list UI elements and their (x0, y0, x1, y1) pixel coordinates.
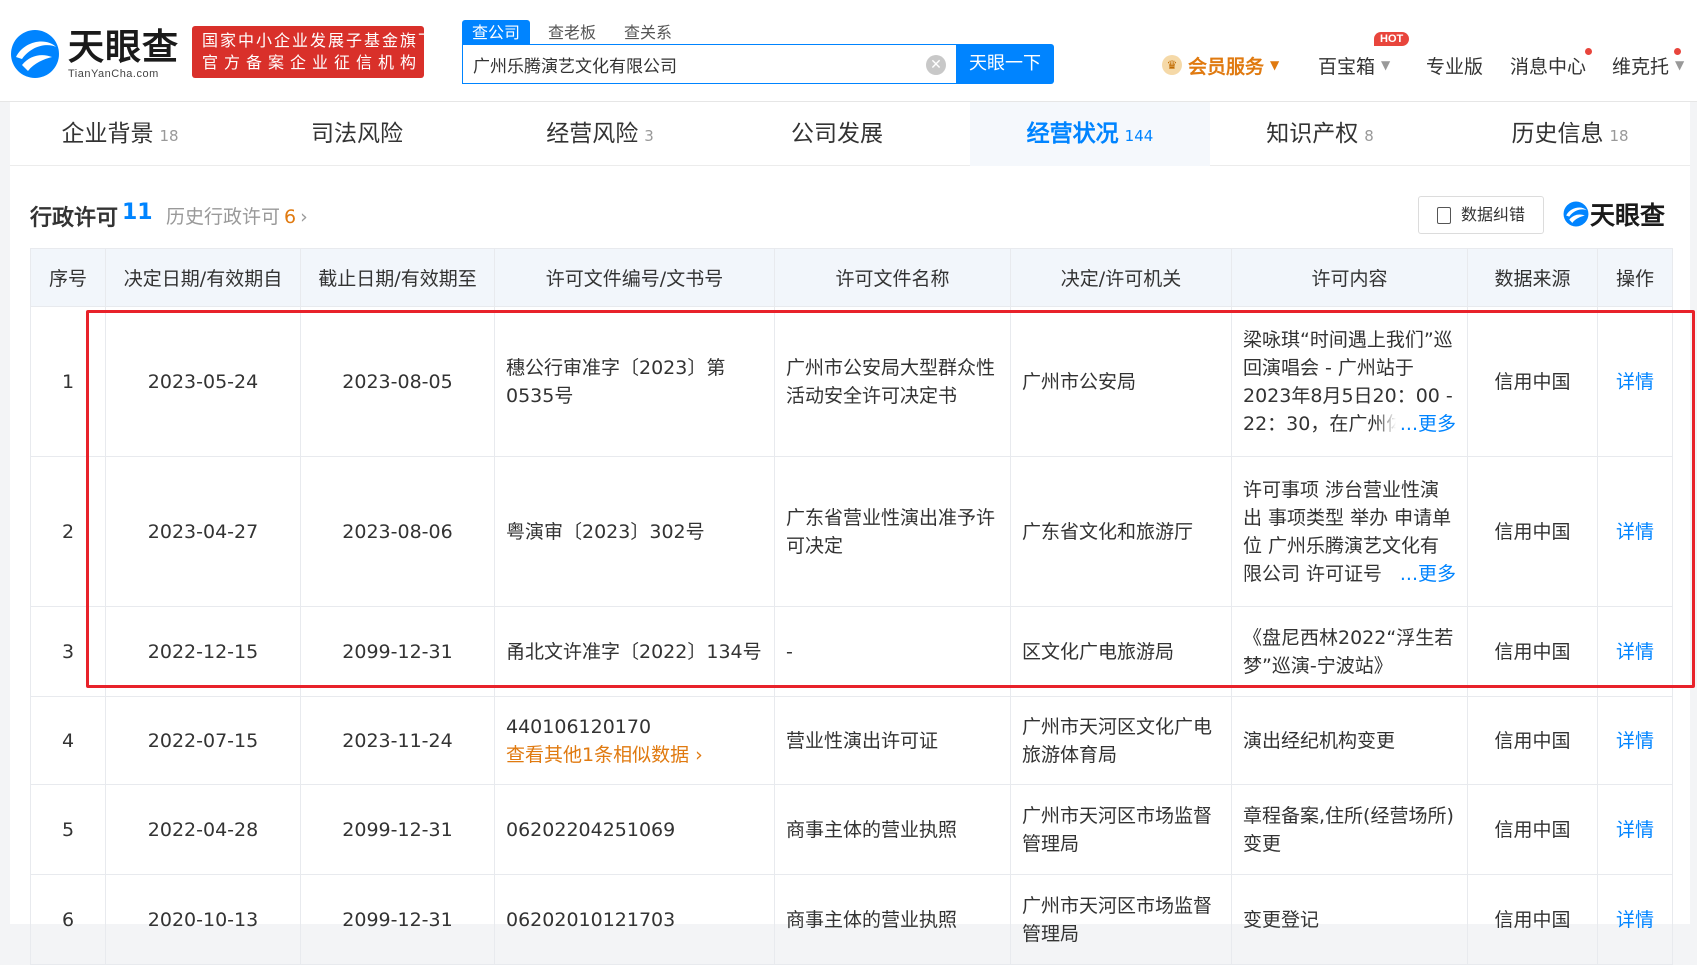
tab-operation-status[interactable]: 经营状况 144 (970, 102, 1210, 166)
col-start-date: 决定日期/有效期自 (105, 248, 301, 307)
similar-data-link[interactable]: 查看其他1条相似数据 › (506, 741, 763, 769)
search-box: ✕ (462, 44, 956, 84)
table-row: 6 2020-10-13 2099-12-31 06202010121703 商… (30, 874, 1673, 965)
chevron-right-icon: › (300, 206, 308, 228)
tab-ip[interactable]: 知识产权 8 (1210, 102, 1430, 166)
search-input[interactable] (473, 54, 913, 74)
pro-version-link[interactable]: 专业版 (1426, 50, 1483, 80)
col-doc-name: 许可文件名称 (774, 248, 1011, 307)
license-table: 序号 决定日期/有效期自 截止日期/有效期至 许可文件编号/文书号 许可文件名称… (30, 248, 1673, 965)
tab-search-relation[interactable]: 查关系 (614, 20, 682, 46)
baobox-menu[interactable]: 百宝箱 ▼ (1318, 50, 1390, 80)
detail-link[interactable]: 详情 (1616, 730, 1654, 752)
detail-link[interactable]: 详情 (1616, 371, 1654, 393)
logo-domain: TianYanCha.com (68, 68, 159, 80)
brand-watermark: 天眼查 (1562, 196, 1665, 232)
col-end-date: 截止日期/有效期至 (300, 248, 495, 307)
notification-dot (1585, 48, 1592, 55)
search-type-tabs: 查公司 查老板 查关系 (462, 20, 682, 46)
detail-link[interactable]: 详情 (1616, 641, 1654, 663)
logo-eye-icon (11, 30, 59, 78)
tab-development[interactable]: 公司发展 (730, 102, 950, 166)
history-license-link[interactable]: 历史行政许可 6 › (166, 202, 308, 229)
crown-icon: ♛ (1162, 55, 1182, 75)
chevron-down-icon: ▼ (1270, 58, 1280, 72)
more-link[interactable]: ...更多 (1400, 563, 1456, 585)
clear-icon[interactable]: ✕ (926, 55, 946, 75)
tab-business-risk[interactable]: 经营风险 3 (490, 102, 710, 166)
tianyancha-logo[interactable]: 天眼查 TianYanCha.com (8, 26, 180, 82)
logo-text: 天眼查 (68, 27, 180, 68)
top-header: 天眼查 TianYanCha.com 国家中小企业发展子基金旗下 官方备案企业征… (0, 0, 1697, 102)
admin-license-panel: 行政许可 11 历史行政许可 6 › 数据纠错 天眼查 序号 决定日期/有效期自 截… (10, 166, 1690, 965)
section-count: 11 (122, 200, 153, 225)
table-header-row: 序号 决定日期/有效期自 截止日期/有效期至 许可文件编号/文书号 许可文件名称… (30, 248, 1673, 307)
col-authority: 决定/许可机关 (1010, 248, 1232, 307)
col-doc-no: 许可文件编号/文书号 (494, 248, 775, 307)
col-source: 数据来源 (1467, 248, 1598, 307)
table-row: 4 2022-07-15 2023-11-24 440106120170 查看其他… (30, 696, 1673, 785)
detail-link[interactable]: 详情 (1616, 819, 1654, 841)
notification-dot (1674, 48, 1681, 55)
official-badge: 国家中小企业发展子基金旗下 官方备案企业征信机构 (192, 26, 434, 78)
tab-background[interactable]: 企业背景 18 (10, 102, 230, 166)
more-link[interactable]: ...更多 (1400, 413, 1456, 435)
tab-history[interactable]: 历史信息 18 (1450, 102, 1690, 166)
logo-eye-icon (1563, 201, 1589, 227)
tab-search-company[interactable]: 查公司 (462, 20, 531, 46)
tab-search-boss[interactable]: 查老板 (538, 20, 606, 46)
search-button[interactable]: 天眼一下 (956, 44, 1054, 84)
user-menu[interactable]: 维克托 ▼ (1612, 50, 1684, 80)
hot-badge: HOT (1374, 32, 1410, 46)
data-correction-button[interactable]: 数据纠错 (1418, 196, 1544, 234)
col-content: 许可内容 (1231, 248, 1468, 307)
vip-service-menu[interactable]: ♛ 会员服务 ▼ (1162, 50, 1279, 80)
chevron-down-icon: ▼ (1381, 58, 1391, 72)
col-action: 操作 (1597, 248, 1673, 307)
section-title: 行政许可 (30, 206, 119, 231)
table-row: 1 2023-05-24 2023-08-05 穗公行审准字〔2023〕第053… (30, 306, 1673, 457)
detail-link[interactable]: 详情 (1616, 909, 1654, 931)
table-row: 2 2023-04-27 2023-08-06 粤演审〔2023〕302号 广东… (30, 456, 1673, 607)
document-icon (1437, 207, 1451, 224)
tab-legal-risk[interactable]: 司法风险 (250, 102, 470, 166)
message-center-link[interactable]: 消息中心 (1510, 50, 1586, 80)
detail-link[interactable]: 详情 (1616, 521, 1654, 543)
table-row: 5 2022-04-28 2099-12-31 06202204251069 商… (30, 784, 1673, 875)
chevron-down-icon: ▼ (1675, 58, 1685, 72)
table-row: 3 2022-12-15 2099-12-31 甬北文许准字〔2022〕134号… (30, 606, 1673, 697)
category-tabs: 企业背景 18 司法风险 经营风险 3 公司发展 经营状况 144 知识产权 8 历史信… (10, 102, 1690, 166)
col-no: 序号 (30, 248, 106, 307)
